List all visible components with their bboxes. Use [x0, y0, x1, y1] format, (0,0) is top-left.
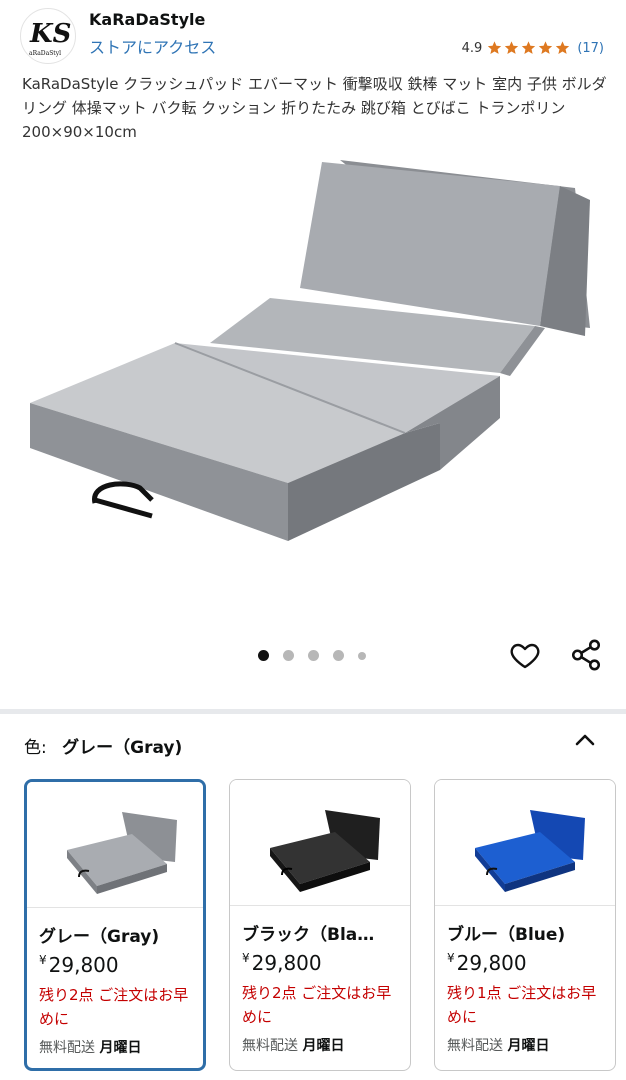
- variant-card-gray[interactable]: グレー（Gray) ¥29,800 残り2点 ご注文はお早めに 無料配送 月曜日: [24, 779, 206, 1071]
- favorite-button[interactable]: [508, 639, 542, 671]
- shipping-info: 無料配送 月曜日: [39, 1037, 191, 1057]
- stock-warning: 残り1点 ご注文はお早めに: [447, 984, 597, 1026]
- store-logo-graphic: KS aRaDaStyl: [29, 19, 71, 57]
- chevron-up-icon: [575, 734, 595, 746]
- delivery-day: 月曜日: [302, 1038, 345, 1054]
- price-value: 29,800: [48, 953, 119, 977]
- stock-warning: 残り2点 ご注文はお早めに: [242, 984, 392, 1026]
- variant-options: グレー（Gray) ¥29,800 残り2点 ご注文はお早めに 無料配送 月曜日…: [24, 779, 616, 1071]
- delivery-day: 月曜日: [507, 1038, 550, 1054]
- mat-thumbnail-blue: [475, 810, 585, 892]
- folding-mat-illustration: [30, 160, 590, 541]
- mat-thumbnail-black: [270, 810, 380, 892]
- currency-symbol: ¥: [242, 951, 250, 965]
- shipping-info: 無料配送 月曜日: [242, 1035, 398, 1055]
- store-link[interactable]: ストアにアクセス: [89, 34, 216, 58]
- variant-selected-value: グレー（Gray): [62, 738, 183, 758]
- mat-thumbnail-gray: [67, 812, 177, 894]
- shipping-label: 無料配送: [39, 1040, 95, 1056]
- star-icon: [556, 41, 570, 54]
- variant-name: ブルー（Blue): [447, 925, 566, 945]
- delivery-day: 月曜日: [99, 1040, 142, 1056]
- product-image[interactable]: [0, 148, 626, 628]
- carousel-dot[interactable]: [308, 650, 319, 661]
- rating-stars: [486, 40, 571, 56]
- variant-price: ¥29,800: [39, 953, 191, 977]
- store-name[interactable]: KaRaDaStyle: [89, 10, 205, 29]
- rating-count[interactable]: (17): [577, 41, 604, 56]
- heart-icon: [510, 643, 540, 669]
- variant-price: ¥29,800: [447, 951, 603, 975]
- section-divider: [0, 709, 626, 714]
- variant-price: ¥29,800: [242, 951, 398, 975]
- carousel-dot[interactable]: [283, 650, 294, 661]
- store-header: KS aRaDaStyl KaRaDaStyle ストアにアクセス 4.9 (1…: [0, 0, 626, 70]
- shipping-info: 無料配送 月曜日: [447, 1035, 603, 1055]
- carousel-indicator[interactable]: [258, 650, 380, 661]
- star-icon: [488, 41, 502, 54]
- svg-text:aRaDaStyl: aRaDaStyl: [29, 50, 61, 57]
- carousel-dot[interactable]: [333, 650, 344, 661]
- carousel-dot-active[interactable]: [258, 650, 269, 661]
- variant-label: 色:: [24, 738, 47, 758]
- variant-card-blue[interactable]: ブルー（Blue) ¥29,800 残り1点 ご注文はお早めに 無料配送 月曜日: [434, 779, 616, 1071]
- variant-thumbnail: [230, 780, 410, 906]
- price-value: 29,800: [456, 951, 527, 975]
- collapse-button[interactable]: [573, 731, 597, 747]
- variant-thumbnail: [435, 780, 615, 906]
- store-logo[interactable]: KS aRaDaStyl: [20, 8, 76, 64]
- variant-name: グレー（Gray): [39, 927, 160, 947]
- rating-value: 4.9: [461, 40, 483, 56]
- shipping-label: 無料配送: [242, 1038, 298, 1054]
- share-icon: [571, 639, 601, 671]
- svg-text:KS: KS: [29, 19, 71, 49]
- stock-warning: 残り2点 ご注文はお早めに: [39, 986, 189, 1028]
- currency-symbol: ¥: [39, 953, 47, 967]
- star-icon: [505, 41, 519, 54]
- price-value: 29,800: [251, 951, 322, 975]
- variant-card-black[interactable]: ブラック（Bla… ¥29,800 残り2点 ご注文はお早めに 無料配送 月曜日: [229, 779, 411, 1071]
- shipping-label: 無料配送: [447, 1038, 503, 1054]
- carousel-dot[interactable]: [358, 651, 366, 660]
- variant-label-row: 色: グレー（Gray): [24, 733, 182, 758]
- variant-thumbnail: [27, 782, 203, 908]
- rating-summary[interactable]: 4.9 (17): [462, 40, 604, 56]
- currency-symbol: ¥: [447, 951, 455, 965]
- variant-name: ブラック（Bla…: [242, 925, 375, 945]
- product-title: KaRaDaStyle クラッシュパッド エバーマット 衝撃吸収 鉄棒 マット …: [22, 75, 607, 141]
- star-icon: [539, 41, 553, 54]
- star-icon: [522, 41, 536, 54]
- share-button[interactable]: [569, 637, 603, 673]
